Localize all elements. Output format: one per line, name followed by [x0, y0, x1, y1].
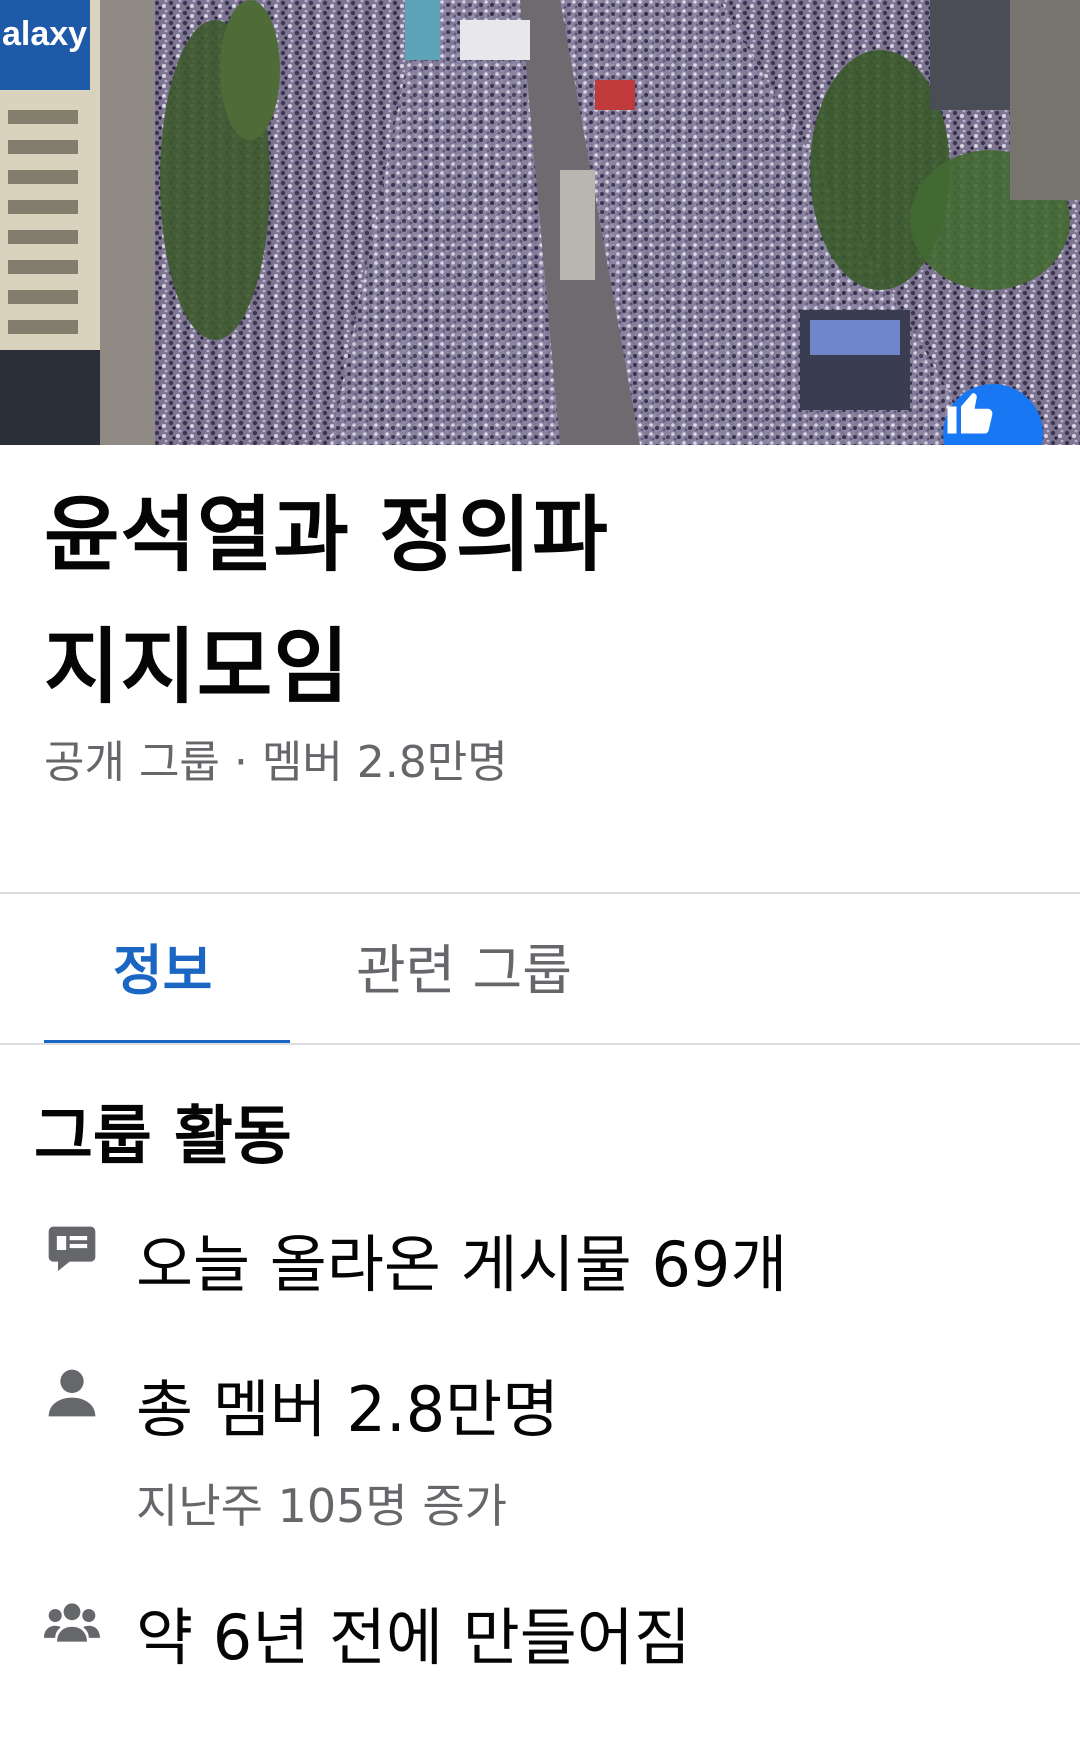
members-growth-text: 지난주 105명 증가 — [136, 1479, 507, 1533]
post-bubble-icon — [48, 1226, 96, 1271]
tabs-divider — [0, 1043, 1080, 1045]
posts-today-text: 오늘 올라온 게시물 69개 — [136, 1228, 788, 1301]
crowd-aerial-image: alaxy — [0, 0, 1080, 445]
tab-related-groups[interactable]: 관련 그룹 — [356, 933, 572, 1009]
tab-info[interactable]: 정보 — [113, 933, 212, 1009]
group-activity-heading: 그룹 활동 — [34, 1100, 292, 1174]
billboard-text: alaxy — [2, 15, 87, 53]
created-date-text: 약 6년 전에 만들어짐 — [136, 1601, 691, 1674]
group-privacy-member-count[interactable]: 공개 그룹 · 멤버 2.8만명 — [44, 733, 508, 793]
person-icon — [48, 1369, 96, 1417]
group-title: 윤석열과 정의파 지지모임 — [44, 470, 1044, 734]
header-divider — [0, 892, 1080, 894]
group-cover-photo[interactable]: alaxy — [0, 0, 1080, 445]
group-title-line1: 윤석열과 정의파 — [44, 488, 609, 583]
total-members-text: 총 멤버 2.8만명 — [136, 1373, 560, 1446]
group-title-line2: 지지모임 — [44, 620, 350, 715]
group-icon — [44, 1603, 100, 1642]
